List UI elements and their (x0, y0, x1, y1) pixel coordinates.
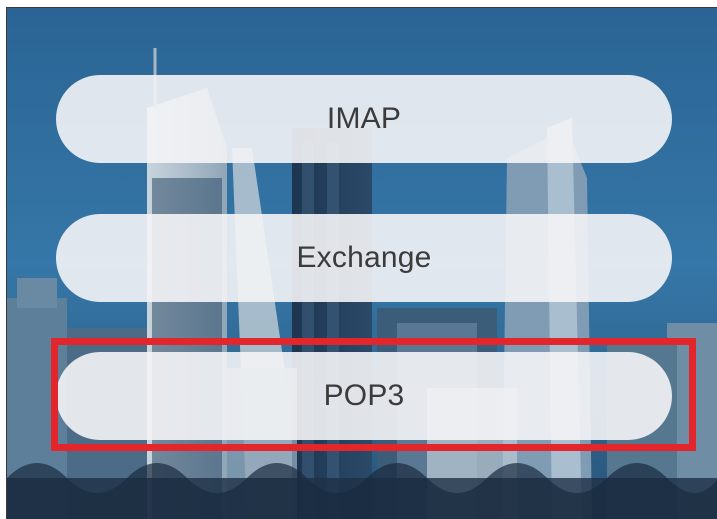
exchange-button[interactable]: Exchange (56, 214, 672, 302)
imap-button-label: IMAP (326, 102, 402, 135)
account-type-screen: IMAP Exchange POP3 (0, 0, 717, 519)
imap-button[interactable]: IMAP (56, 75, 672, 163)
exchange-button-label: Exchange (296, 241, 432, 274)
pop3-button-label: POP3 (323, 379, 405, 412)
pop3-button[interactable]: POP3 (56, 352, 672, 440)
